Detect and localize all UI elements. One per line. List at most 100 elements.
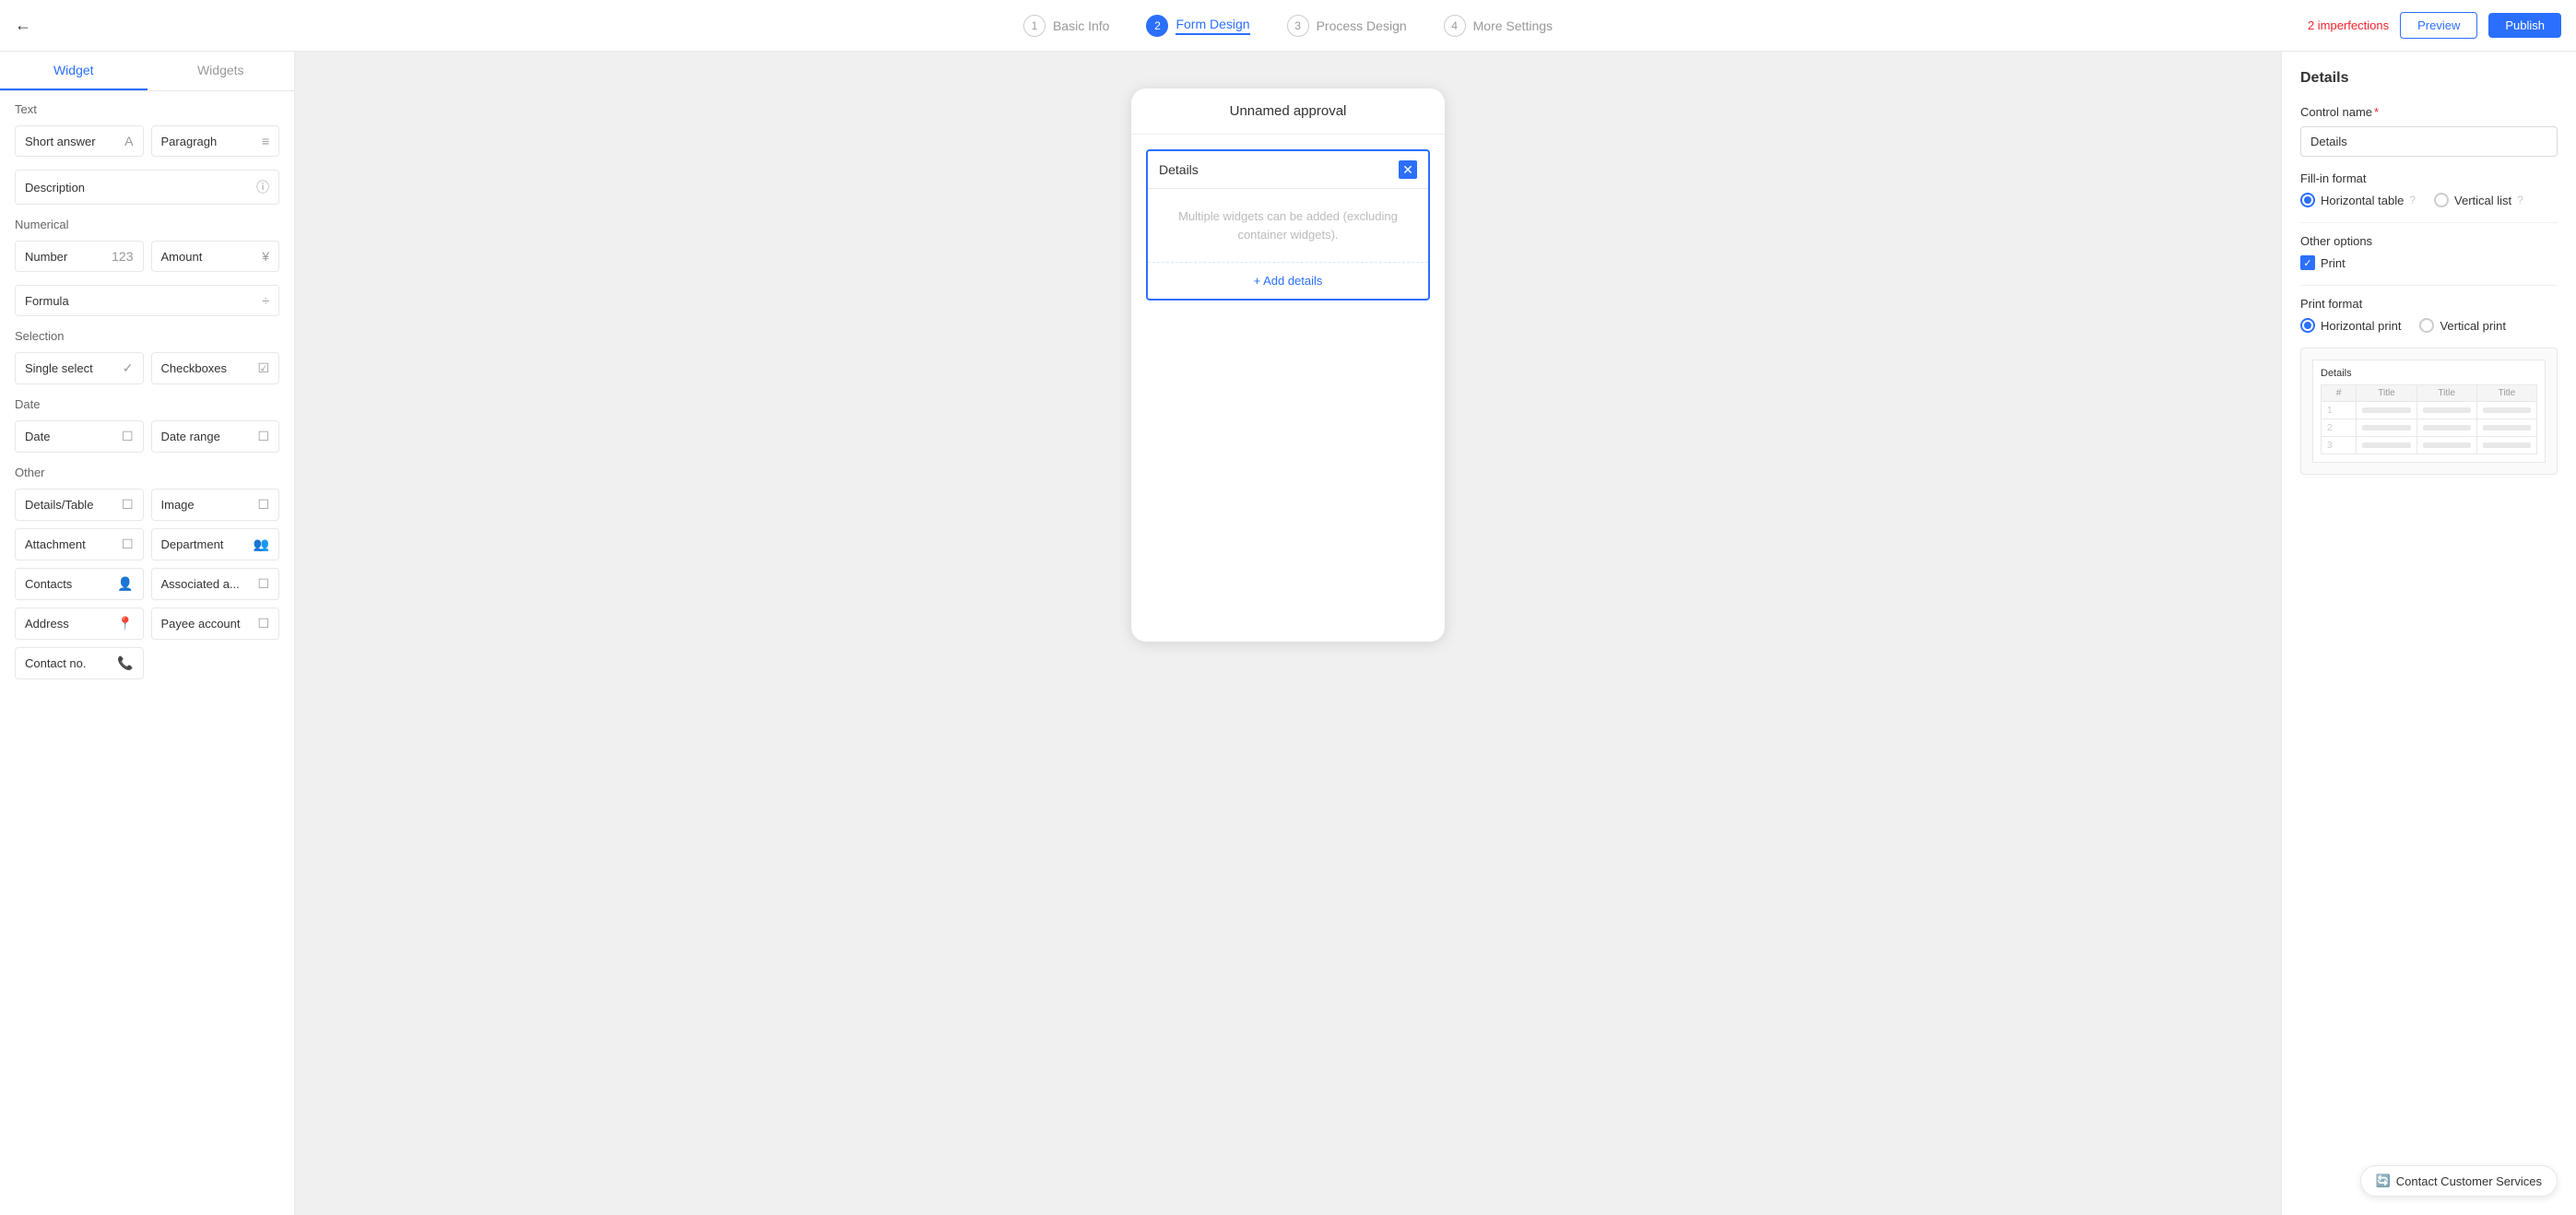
numerical-widget-grid: Number 123 Amount ¥ — [15, 241, 279, 272]
horizontal-print-option[interactable]: Horizontal print — [2300, 318, 2401, 333]
preview-row-3-num: 3 — [2322, 437, 2357, 454]
attachment-label: Attachment — [25, 537, 86, 551]
image-label: Image — [161, 498, 195, 512]
contacts-icon: 👤 — [117, 576, 133, 592]
preview-row-3-col3 — [2476, 437, 2536, 454]
preview-row-1-col2 — [2416, 402, 2476, 419]
horizontal-print-radio[interactable] — [2300, 318, 2315, 333]
widget-formula[interactable]: Formula ÷ — [15, 285, 279, 316]
preview-button[interactable]: Preview — [2400, 12, 2477, 39]
contacts-label: Contacts — [25, 577, 72, 591]
short-answer-label: Short answer — [25, 135, 96, 148]
details-close-button[interactable]: ✕ — [1399, 160, 1417, 179]
details-table-label: Details/Table — [25, 498, 93, 512]
nav-right: 2 imperfections Preview Publish — [2308, 12, 2561, 39]
number-label: Number — [25, 250, 67, 264]
text-widget-grid: Short answer A Paragragh ≡ — [15, 125, 279, 157]
widget-checkboxes[interactable]: Checkboxes ☑ — [151, 352, 280, 384]
widget-associated[interactable]: Associated a... ☐ — [151, 568, 280, 600]
details-label: Details — [1159, 162, 1199, 177]
numerical-widget-grid2: Formula ÷ — [15, 285, 279, 316]
widget-department[interactable]: Department 👥 — [151, 528, 280, 560]
widget-paragraph[interactable]: Paragragh ≡ — [151, 125, 280, 157]
top-nav: ← 1 Basic Info 2 Form Design 3 Process D… — [0, 0, 2576, 52]
widget-address[interactable]: Address 📍 — [15, 608, 144, 640]
details-hint: Multiple widgets can be added (excluding… — [1148, 189, 1428, 262]
widget-amount[interactable]: Amount ¥ — [151, 241, 280, 272]
control-name-label: Control name* — [2300, 105, 2558, 119]
nav-step-4[interactable]: 4 More Settings — [1444, 15, 1553, 37]
paragraph-icon: ≡ — [262, 134, 269, 148]
vertical-print-option[interactable]: Vertical print — [2419, 318, 2506, 333]
preview-col-title2: Title — [2416, 385, 2476, 402]
other-section-title: Other — [15, 466, 279, 479]
control-name-input[interactable] — [2300, 126, 2558, 157]
nav-steps: 1 Basic Info 2 Form Design 3 Process Des… — [1023, 15, 1553, 37]
amount-label: Amount — [161, 250, 203, 264]
preview-col-num: # — [2322, 385, 2357, 402]
tab-widgets[interactable]: Widgets — [148, 52, 295, 90]
preview-table: # Title Title Title 1 — [2321, 384, 2537, 454]
widget-description[interactable]: Description ⓘ — [15, 170, 279, 205]
number-icon: 123 — [112, 249, 133, 264]
widget-short-answer[interactable]: Short answer A — [15, 125, 144, 157]
single-select-icon: ✓ — [123, 360, 134, 376]
nav-step-1[interactable]: 1 Basic Info — [1023, 15, 1109, 37]
preview-row-3-col1 — [2357, 437, 2416, 454]
preview-row-2: 2 — [2322, 419, 2537, 437]
widget-contacts[interactable]: Contacts 👤 — [15, 568, 144, 600]
tab-widget[interactable]: Widget — [0, 52, 148, 90]
description-label: Description — [25, 181, 85, 195]
nav-step-3[interactable]: 3 Process Design — [1287, 15, 1407, 37]
fill-format-options: Horizontal table ? Vertical list ? — [2300, 193, 2558, 207]
vertical-print-radio[interactable] — [2419, 318, 2434, 333]
widget-payee[interactable]: Payee account ☐ — [151, 608, 280, 640]
horizontal-print-label: Horizontal print — [2321, 319, 2401, 333]
nav-step-2[interactable]: 2 Form Design — [1146, 15, 1249, 37]
back-button[interactable]: ← — [15, 16, 31, 35]
widget-date[interactable]: Date ☐ — [15, 420, 144, 453]
payee-icon: ☐ — [257, 616, 269, 631]
divider-2 — [2300, 285, 2558, 286]
preview-col-title3: Title — [2476, 385, 2536, 402]
imperfections-badge[interactable]: 2 imperfections — [2308, 18, 2389, 32]
preview-col-title1: Title — [2357, 385, 2416, 402]
widget-date-range[interactable]: Date range ☐ — [151, 420, 280, 453]
print-checkbox[interactable]: ✓ Print — [2300, 255, 2558, 270]
preview-row-1-num: 1 — [2322, 402, 2357, 419]
horizontal-table-radio[interactable] — [2300, 193, 2315, 207]
widget-details-table[interactable]: Details/Table ☐ — [15, 489, 144, 521]
widget-image[interactable]: Image ☐ — [151, 489, 280, 521]
preview-row-1-col3 — [2476, 402, 2536, 419]
widget-number[interactable]: Number 123 — [15, 241, 144, 272]
phone-frame: Unnamed approval Details ✕ Multiple widg… — [1131, 88, 1445, 642]
horizontal-table-option[interactable]: Horizontal table ? — [2300, 193, 2416, 207]
center-canvas: Unnamed approval Details ✕ Multiple widg… — [295, 52, 2281, 1215]
paragraph-label: Paragragh — [161, 135, 218, 148]
add-details-button[interactable]: + Add details — [1148, 262, 1428, 299]
step-num-3: 3 — [1287, 15, 1309, 37]
widget-single-select[interactable]: Single select ✓ — [15, 352, 144, 384]
vertical-list-option[interactable]: Vertical list ? — [2434, 193, 2523, 207]
left-panel: Widget Widgets Text Short answer A Parag… — [0, 52, 295, 1215]
single-select-label: Single select — [25, 361, 93, 375]
divider-1 — [2300, 222, 2558, 223]
print-label: Print — [2321, 256, 2346, 270]
publish-button[interactable]: Publish — [2488, 13, 2561, 38]
details-widget[interactable]: Details ✕ Multiple widgets can be added … — [1146, 149, 1430, 301]
selection-widget-grid: Single select ✓ Checkboxes ☑ — [15, 352, 279, 384]
widget-attachment[interactable]: Attachment ☐ — [15, 528, 144, 560]
date-range-label: Date range — [161, 430, 220, 443]
contact-service-button[interactable]: 🔄 Contact Customer Services — [2360, 1165, 2558, 1197]
step-num-4: 4 — [1444, 15, 1466, 37]
vertical-list-radio[interactable] — [2434, 193, 2449, 207]
contact-no-label: Contact no. — [25, 656, 87, 670]
widget-contact-no[interactable]: Contact no. 📞 — [15, 647, 144, 679]
print-format-options: Horizontal print Vertical print — [2300, 318, 2558, 333]
date-label: Date — [25, 430, 50, 443]
preview-row-3: 3 — [2322, 437, 2537, 454]
fill-format-label: Fill-in format — [2300, 171, 2558, 185]
selection-section-title: Selection — [15, 329, 279, 343]
panel-title: Details — [2300, 70, 2558, 87]
print-checkbox-box[interactable]: ✓ — [2300, 255, 2315, 270]
